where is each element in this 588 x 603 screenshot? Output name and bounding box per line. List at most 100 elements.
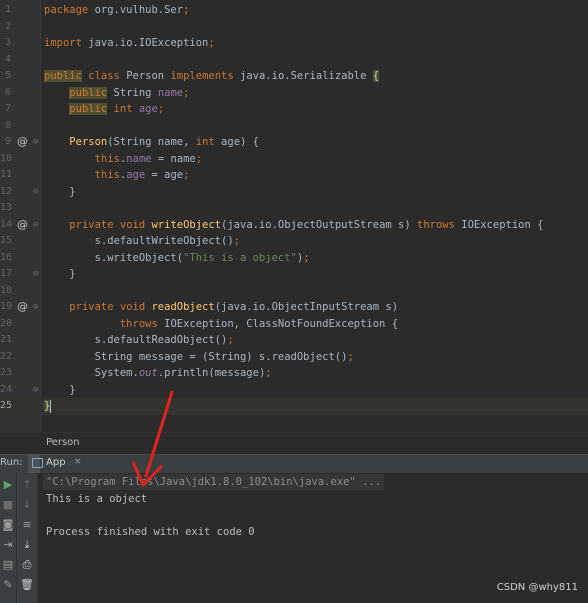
- fold-marker-icon[interactable]: ⊖: [33, 217, 38, 234]
- rerun-icon[interactable]: ▶: [0, 478, 16, 492]
- code-line[interactable]: 5 public class Person implements java.io.…: [0, 68, 588, 85]
- code-line[interactable]: 9 @ ⊖ Person(String name, int age) {: [0, 134, 588, 151]
- code-line[interactable]: 3 import java.io.IOException;: [0, 35, 588, 52]
- scroll-down-icon[interactable]: ↓: [17, 498, 37, 512]
- line-number: 14: [0, 218, 13, 230]
- override-marker-icon[interactable]: @: [17, 217, 28, 234]
- code-text: this.name = name;: [44, 151, 203, 168]
- code-text: public int age;: [44, 101, 164, 118]
- override-marker-icon[interactable]: @: [17, 134, 28, 151]
- fold-marker-icon[interactable]: ⊖: [33, 134, 38, 151]
- code-line[interactable]: 11 this.age = age;: [0, 167, 588, 184]
- trash-icon[interactable]: 🗑: [17, 578, 37, 592]
- code-token: this: [94, 169, 120, 181]
- line-number: 12: [0, 185, 13, 197]
- code-token: ;: [183, 86, 190, 99]
- console-line: This is a object: [46, 492, 148, 505]
- code-token: String: [107, 86, 158, 99]
- code-line[interactable]: 21 s.defaultReadObject();: [0, 332, 588, 349]
- override-marker-icon[interactable]: @: [17, 299, 28, 316]
- code-token: implements: [170, 70, 241, 82]
- code-line[interactable]: 15 s.defaultWriteObject();: [0, 233, 588, 250]
- fold-marker-icon[interactable]: ⊖: [33, 382, 38, 399]
- code-line[interactable]: 1 package org.vulhub.Ser;: [0, 2, 588, 19]
- code-text: }: [44, 184, 76, 201]
- code-line[interactable]: 16 s.writeObject("This is a object");: [0, 250, 588, 267]
- layout-icon[interactable]: ▤: [0, 558, 16, 572]
- fold-marker-icon[interactable]: ⊖: [33, 184, 38, 201]
- line-number: 22: [0, 350, 13, 362]
- run-tab-label: App: [46, 457, 66, 468]
- code-line[interactable]: 22 String message = (String) s.readObjec…: [0, 349, 588, 366]
- code-token: name: [126, 152, 152, 165]
- run-toolbar-left: ▶ ■ ◙ ⇥ ▤ ✎: [0, 473, 17, 603]
- console-line: "C:\Program Files\Java\jdk1.8.0_102\bin\…: [43, 474, 385, 490]
- stop-icon[interactable]: ■: [0, 498, 16, 512]
- code-line[interactable]: 6 public String name;: [0, 85, 588, 102]
- scroll-up-icon[interactable]: ↑: [17, 478, 37, 492]
- code-token: = name: [151, 152, 196, 165]
- code-text: s.defaultReadObject();: [44, 332, 234, 349]
- code-token: int: [195, 136, 222, 148]
- code-line[interactable]: 10 this.name = name;: [0, 151, 588, 168]
- code-line[interactable]: 4: [0, 52, 588, 69]
- text-caret: [50, 399, 52, 413]
- code-line[interactable]: 17 ⊖ }: [0, 266, 588, 283]
- code-line[interactable]: 14 @ ⊖ private void writeObject(java.io.Ob…: [0, 217, 588, 234]
- line-number: 4: [4, 53, 11, 65]
- fold-marker-icon[interactable]: ⊖: [33, 299, 38, 316]
- code-token: = age: [145, 169, 184, 181]
- login-icon[interactable]: ⇥: [0, 538, 16, 552]
- line-number: 20: [0, 317, 13, 329]
- code-text: package org.vulhub.Ser;: [44, 2, 189, 19]
- scroll-to-end-icon[interactable]: ⤓: [17, 538, 37, 552]
- run-tab-app[interactable]: App ×: [28, 455, 82, 473]
- code-token: ;: [303, 251, 310, 264]
- code-token: ;: [208, 37, 215, 49]
- code-token: this: [94, 152, 120, 165]
- code-text: public class Person implements java.io.S…: [44, 68, 380, 85]
- code-text: public String name;: [44, 85, 189, 102]
- watermark: CSDN @why811: [496, 582, 578, 593]
- code-line[interactable]: 23 System.out.println(message);: [0, 365, 588, 382]
- line-number: 21: [0, 334, 13, 345]
- breadcrumb-item-person[interactable]: Person: [46, 437, 80, 448]
- code-token: }: [44, 185, 76, 198]
- code-text: System.out.println(message);: [44, 365, 272, 382]
- code-line[interactable]: 7 public int age;: [0, 101, 588, 118]
- code-line[interactable]: 12 ⊖ }: [0, 184, 588, 201]
- line-number: 9: [4, 136, 11, 147]
- code-token: age: [138, 103, 158, 115]
- code-line[interactable]: 13: [0, 200, 588, 217]
- code-token: }: [44, 383, 76, 396]
- camera-icon[interactable]: ◙: [0, 518, 16, 532]
- line-number: 8: [4, 119, 11, 131]
- code-editor[interactable]: 1 package org.vulhub.Ser; 2 3 import java.io…: [0, 0, 588, 432]
- code-token: System.: [44, 367, 139, 379]
- code-token: ;: [183, 169, 190, 181]
- print-icon[interactable]: ⎙: [17, 558, 37, 572]
- fold-marker-icon[interactable]: ⊖: [33, 266, 38, 283]
- soft-wrap-icon[interactable]: ≡: [17, 518, 37, 532]
- code-token: Person: [69, 136, 108, 148]
- code-line[interactable]: 24 ⊖ }: [0, 382, 588, 399]
- console-line: Process finished with exit code 0: [46, 525, 255, 538]
- code-line[interactable]: 19 @ ⊖ private void readObject(java.io.Obj…: [0, 299, 588, 316]
- code-line[interactable]: 18: [0, 283, 588, 300]
- code-line[interactable]: 2: [0, 19, 588, 36]
- close-icon[interactable]: ×: [74, 457, 82, 467]
- code-text: s.defaultWriteObject();: [44, 233, 240, 250]
- code-token: out: [138, 367, 158, 379]
- code-token: import: [44, 37, 89, 49]
- code-token: java.io.Serializable: [240, 70, 373, 82]
- code-token: {: [372, 70, 380, 82]
- code-line[interactable]: 8: [0, 118, 588, 135]
- code-line[interactable]: 20 throws IOException, ClassNotFoundExce…: [0, 316, 588, 333]
- pin-icon[interactable]: ✎: [0, 578, 16, 592]
- code-line[interactable]: 25}: [0, 398, 588, 415]
